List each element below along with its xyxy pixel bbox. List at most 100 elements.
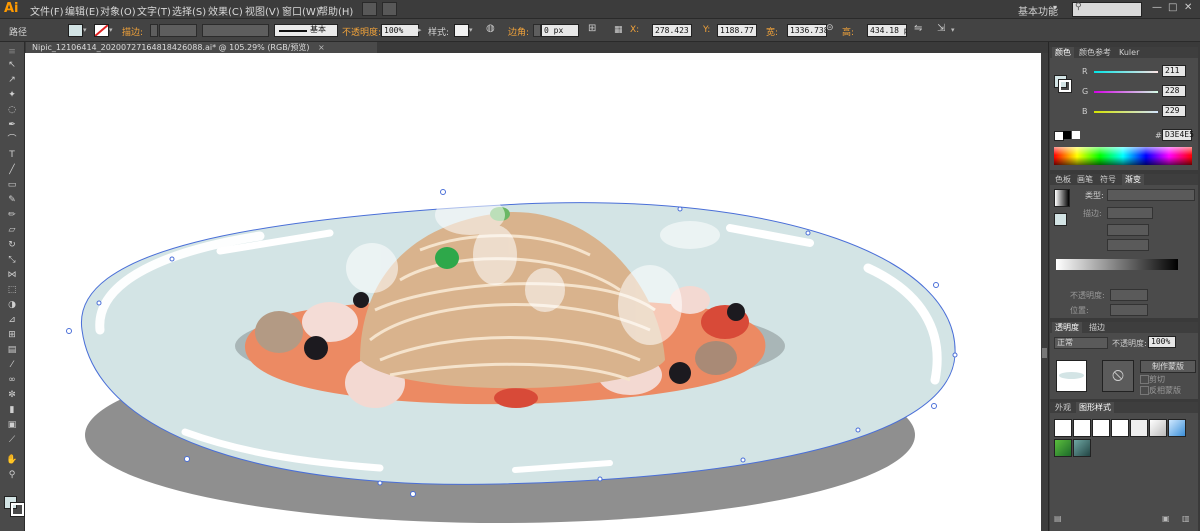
lasso-icon[interactable]: ◌ <box>6 104 18 116</box>
style-swatch-outline[interactable] <box>1111 419 1129 437</box>
tab-brushes[interactable]: 画笔 <box>1074 174 1096 185</box>
align-icon[interactable]: ⊞ <box>588 23 596 34</box>
magic-wand-icon[interactable]: ✦ <box>6 89 18 101</box>
rotate-icon[interactable]: ↻ <box>6 239 18 251</box>
link-proportions-icon[interactable]: ⊝ <box>826 23 834 33</box>
variable-width-profile[interactable] <box>202 24 269 37</box>
workspace-switcher[interactable]: 基本功能 <box>1018 3 1058 18</box>
width-icon[interactable]: ⋈ <box>6 269 18 281</box>
gradient-aspect-input[interactable] <box>1107 239 1149 251</box>
transparency-opacity-input[interactable]: 100% <box>1148 336 1176 348</box>
stroke-weight-stepper[interactable] <box>150 24 158 37</box>
black-swatch[interactable] <box>1063 131 1071 139</box>
vertical-scrollbar[interactable] <box>1041 53 1048 531</box>
menu-window[interactable]: 窗口(W) <box>282 3 320 18</box>
paintbrush-icon[interactable]: ✎ <box>6 194 18 206</box>
arrange-documents-icon[interactable] <box>382 2 397 16</box>
selection-icon[interactable]: ↖ <box>6 59 18 71</box>
free-transform-icon[interactable]: ⬚ <box>6 284 18 296</box>
tab-appearance[interactable]: 外观 <box>1052 402 1074 413</box>
gradient-location-input[interactable] <box>1110 304 1148 316</box>
stroke-none-swatch[interactable] <box>94 24 109 37</box>
tab-color-guide[interactable]: 颜色参考 <box>1076 47 1114 58</box>
isolate-icon[interactable]: ⇲ <box>937 23 945 34</box>
hand-icon[interactable]: ✋ <box>6 454 18 466</box>
shape-builder-icon[interactable]: ◑ <box>6 299 18 311</box>
x-input[interactable]: 278.423 p <box>652 24 692 37</box>
r-input[interactable]: 211 <box>1162 65 1186 77</box>
b-input[interactable]: 229 <box>1162 105 1186 117</box>
menu-file[interactable]: 文件(F) <box>30 3 64 18</box>
corner-input[interactable]: 0 px <box>541 24 579 37</box>
fill-color-box[interactable] <box>1054 213 1067 226</box>
new-style-icon[interactable]: ▣ <box>1162 514 1170 523</box>
help-search-input[interactable] <box>1072 2 1142 17</box>
style-swatch-shadow[interactable] <box>1130 419 1148 437</box>
r-slider[interactable] <box>1094 71 1158 73</box>
style-swatch-green[interactable] <box>1054 439 1072 457</box>
zoom-icon[interactable]: ⚲ <box>6 469 18 481</box>
mesh-icon[interactable]: ⊞ <box>6 329 18 341</box>
graphic-style-swatch[interactable] <box>454 24 469 37</box>
rectangle-icon[interactable]: ▭ <box>6 179 18 191</box>
close-tab-icon[interactable]: × <box>318 43 325 52</box>
tab-gradient[interactable]: 渐变 <box>1122 174 1144 185</box>
scale-icon[interactable]: ⤡ <box>6 254 18 266</box>
y-input[interactable]: 1188.77 p <box>717 24 757 37</box>
gradient-icon[interactable]: ▤ <box>6 344 18 356</box>
make-mask-button[interactable]: 制作蒙版 <box>1140 360 1196 373</box>
menu-object[interactable]: 对象(O) <box>100 3 136 18</box>
scrollbar-thumb[interactable] <box>1042 348 1047 358</box>
tab-transparency[interactable]: 透明度 <box>1052 322 1082 333</box>
g-input[interactable]: 228 <box>1162 85 1186 97</box>
chevron-down-icon[interactable]: ▾ <box>83 26 87 34</box>
panel-grip-icon[interactable]: ≡ <box>6 46 18 58</box>
b-slider[interactable] <box>1094 111 1158 113</box>
chevron-down-icon[interactable]: ▾ <box>109 26 113 34</box>
style-swatch-default-text[interactable] <box>1073 419 1091 437</box>
artboard-icon[interactable]: ▣ <box>6 419 18 431</box>
stroke-label[interactable]: 描边: <box>122 25 143 38</box>
tab-symbols[interactable]: 符号 <box>1097 174 1119 185</box>
gradient-angle-input[interactable] <box>1107 224 1149 236</box>
style-swatch-gray[interactable] <box>1149 419 1167 437</box>
brush-definition-select[interactable]: 基本 <box>274 24 338 37</box>
pencil-icon[interactable]: ✏ <box>6 209 18 221</box>
close-button[interactable]: ✕ <box>1184 2 1192 13</box>
style-swatch-none[interactable] <box>1092 419 1110 437</box>
no-mask-icon[interactable]: ⦸ <box>1102 360 1134 392</box>
direct-selection-icon[interactable]: ↗ <box>6 74 18 86</box>
curvature-icon[interactable]: ⌒ <box>6 134 18 146</box>
stroke-color-box[interactable] <box>1059 80 1071 92</box>
chevron-down-icon[interactable]: ▾ <box>1053 3 1057 12</box>
chevron-down-icon[interactable]: ▾ <box>469 26 473 34</box>
blend-icon[interactable]: ∞ <box>6 374 18 386</box>
white-swatch[interactable] <box>1072 131 1080 139</box>
gradient-stroke-options[interactable] <box>1107 207 1153 219</box>
g-slider[interactable] <box>1094 91 1158 93</box>
tab-stroke[interactable]: 描边 <box>1086 322 1108 333</box>
document-tab[interactable]: Nipic_12106414_20200727164818426088.ai* … <box>26 42 377 53</box>
menu-help[interactable]: 帮助(H) <box>318 3 353 18</box>
tab-graphic-styles[interactable]: 图形样式 <box>1076 402 1114 413</box>
trash-icon[interactable]: ▥ <box>1182 514 1190 523</box>
tab-kuler[interactable]: Kuler <box>1116 47 1142 58</box>
symbol-sprayer-icon[interactable]: ✼ <box>6 389 18 401</box>
recolor-artwork-icon[interactable]: ◍ <box>486 23 495 34</box>
bridge-icon[interactable] <box>362 2 377 16</box>
artwork-spaghetti[interactable] <box>25 53 1041 531</box>
line-icon[interactable]: ╱ <box>6 164 18 176</box>
eyedropper-icon[interactable]: ⁄ <box>6 359 18 371</box>
slice-icon[interactable]: ⟋ <box>6 434 18 446</box>
color-spectrum[interactable] <box>1054 147 1192 165</box>
invert-mask-checkbox[interactable] <box>1140 386 1149 395</box>
chevron-down-icon[interactable]: ▾ <box>951 26 955 34</box>
chevron-right-icon[interactable]: ▸ <box>418 26 422 34</box>
reference-point-icon[interactable]: ▦ <box>614 25 623 35</box>
gradient-slider[interactable] <box>1056 259 1178 270</box>
corner-label[interactable]: 边角: <box>508 25 529 38</box>
object-thumbnail[interactable] <box>1056 360 1087 392</box>
fill-swatch[interactable] <box>68 24 83 37</box>
blend-mode-select[interactable]: 正常 <box>1054 337 1108 349</box>
gradient-type-select[interactable] <box>1107 189 1195 201</box>
